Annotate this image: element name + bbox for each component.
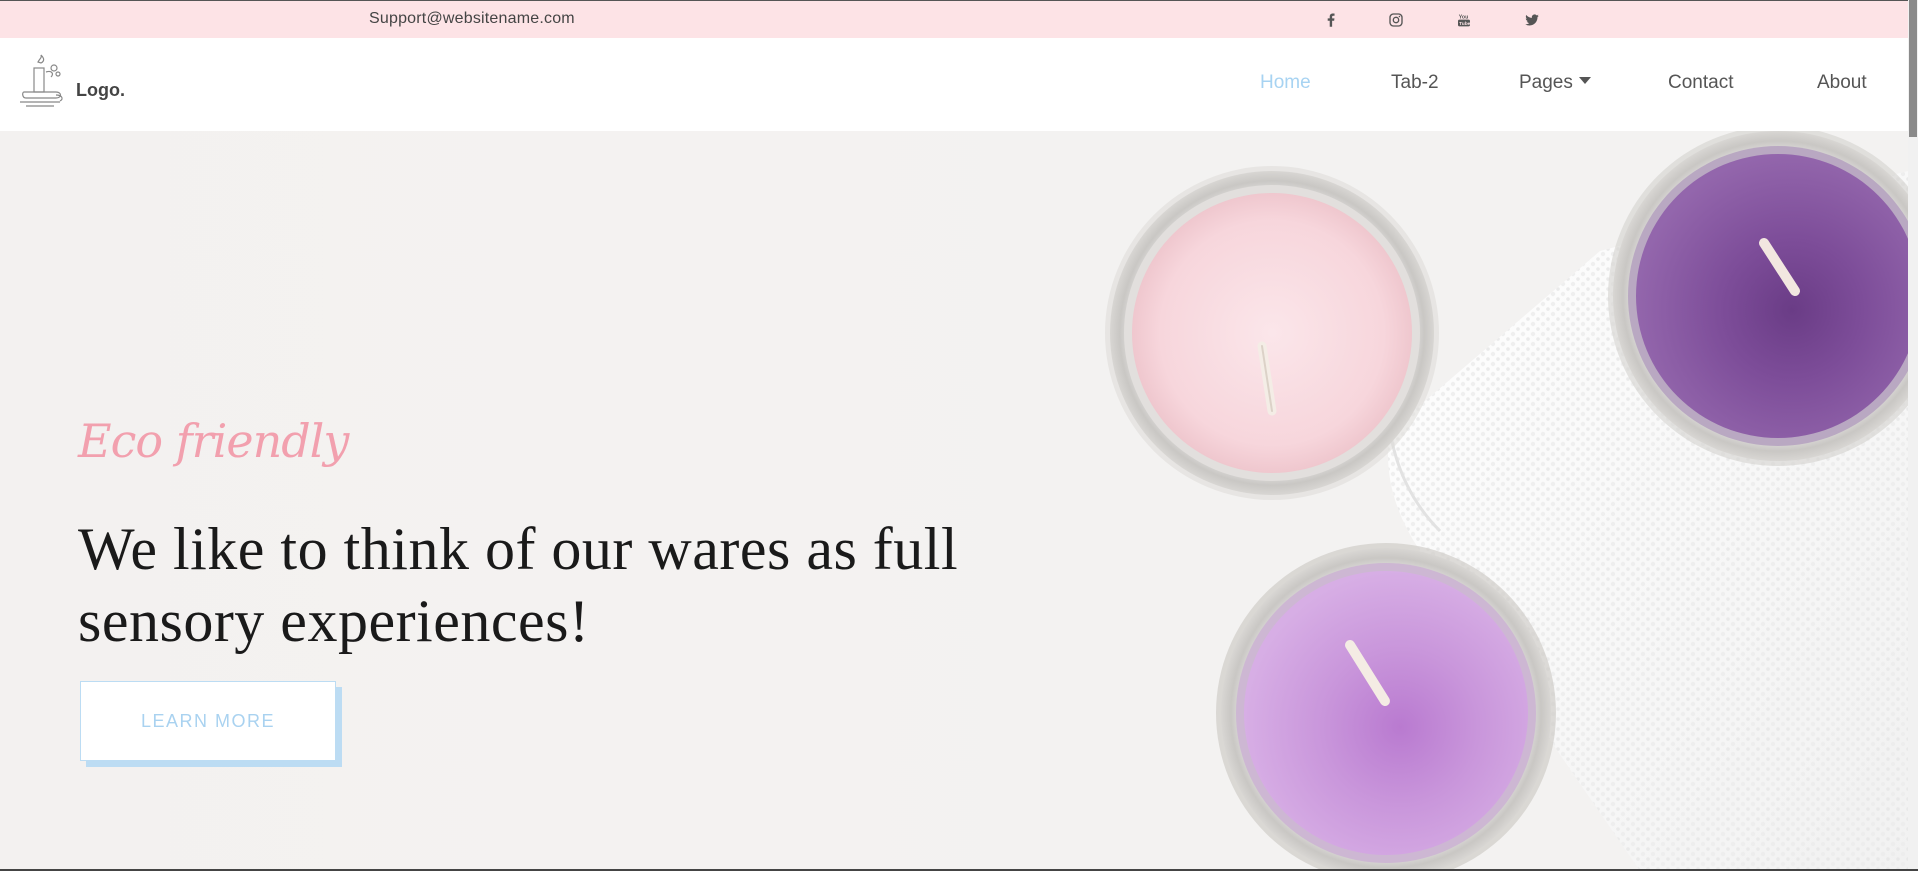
instagram-icon[interactable] <box>1385 9 1407 31</box>
nav-pages[interactable]: Pages <box>1519 72 1591 94</box>
top-bar: Support@websitename.com You Tube <box>0 0 1908 38</box>
scrollbar[interactable] <box>1908 0 1918 871</box>
candle-logo-icon[interactable] <box>18 54 70 110</box>
nav-tab-2[interactable]: Tab-2 <box>1391 72 1439 94</box>
chevron-down-icon <box>1578 77 1591 85</box>
twitter-icon[interactable] <box>1521 9 1543 31</box>
learn-more-button[interactable]: LEARN MORE <box>80 681 336 761</box>
nav-contact[interactable]: Contact <box>1668 72 1733 94</box>
logo-text[interactable]: Logo. <box>76 80 125 101</box>
scrollbar-thumb[interactable] <box>1909 0 1917 137</box>
site-header: Logo. Home Tab-2 Pages Contact About <box>0 38 1908 131</box>
nav-home[interactable]: Home <box>1260 72 1311 94</box>
svg-text:You: You <box>1459 15 1469 21</box>
nav-about[interactable]: About <box>1817 72 1867 94</box>
hero-headline: We like to think of our wares as full se… <box>78 516 959 654</box>
page: Support@websitename.com You Tube Logo. H… <box>0 0 1908 871</box>
svg-text:Tube: Tube <box>1459 21 1471 27</box>
youtube-icon[interactable]: You Tube <box>1453 9 1475 31</box>
facebook-icon[interactable] <box>1320 9 1342 31</box>
learn-more-button-wrapper: LEARN MORE <box>80 681 342 767</box>
nav-pages-label: Pages <box>1519 72 1573 93</box>
hero-section: Eco friendly We like to think of our war… <box>0 131 1908 871</box>
hero-tagline: Eco friendly <box>78 414 349 468</box>
support-email[interactable]: Support@websitename.com <box>369 10 575 28</box>
